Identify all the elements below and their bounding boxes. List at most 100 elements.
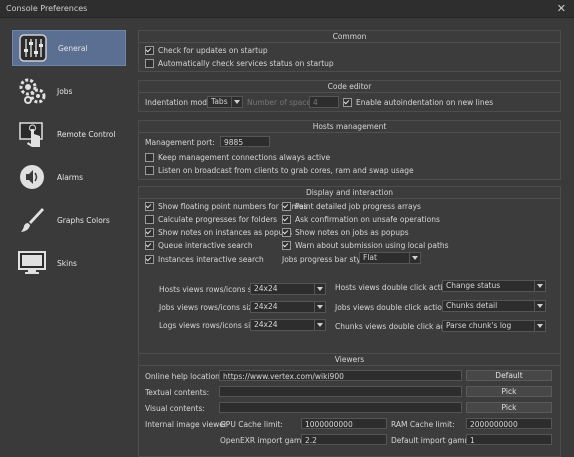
queue-interactive-search-checkbox[interactable]: Queue interactive search — [145, 240, 253, 250]
checkbox-label: Enable autoindentation on new lines — [356, 97, 494, 107]
spaces-input[interactable]: 4 — [309, 96, 339, 108]
keep-connections-checkbox[interactable]: Keep management connections always activ… — [145, 152, 330, 162]
checkbox-box[interactable] — [145, 240, 154, 250]
select-value: Tabs — [211, 97, 228, 106]
indentation-mode-label: Indentation mode: — [145, 98, 215, 107]
checkbox-box[interactable] — [145, 165, 154, 175]
select-value: 24x24 — [254, 302, 278, 311]
checkbox-box[interactable] — [282, 240, 291, 250]
group-title: Hosts management — [312, 122, 387, 131]
checkbox-box[interactable] — [145, 45, 154, 55]
jobs-dbl-click-select[interactable]: Chunks detail — [442, 300, 546, 312]
check-updates-checkbox[interactable]: Check for updates on startup — [145, 45, 268, 55]
pick-textual-button[interactable]: Pick — [466, 386, 552, 397]
chevron-down-icon — [314, 302, 325, 312]
chevron-down-icon — [231, 97, 242, 107]
gpu-cache-label: GPU Cache limit: — [220, 420, 283, 429]
sidebar-item-label: Remote Control — [57, 130, 116, 139]
checkbox-label: Instances interactive search — [158, 254, 264, 264]
group-title: Viewers — [334, 355, 365, 364]
checkbox-box[interactable] — [145, 214, 154, 224]
chevron-down-icon — [314, 320, 325, 330]
chevron-down-icon — [534, 301, 545, 311]
hosts-dbl-click-label: Hosts views double click action: — [335, 283, 455, 292]
checkbox-label: Warn about submission using local paths — [295, 240, 449, 250]
progress-style-label: Jobs progress bar style: — [282, 255, 370, 264]
hosts-rows-select[interactable]: 24x24 — [250, 283, 326, 295]
select-value: Parse chunk's log — [446, 321, 512, 330]
notes-instances-popups-checkbox[interactable]: Show notes on instances as popups — [145, 227, 292, 237]
speaker-icon — [20, 165, 44, 189]
select-value: Flat — [363, 253, 377, 262]
auto-check-services-checkbox[interactable]: Automatically check services status on s… — [145, 58, 334, 68]
chevron-down-icon — [534, 321, 545, 331]
sidebar-item-skins[interactable]: Skins — [12, 246, 124, 280]
monitor-icon — [18, 251, 46, 274]
group-title: Common — [332, 32, 367, 41]
sidebar-item-label: Skins — [57, 259, 77, 268]
sliders-icon — [19, 34, 47, 62]
checkbox-box[interactable] — [145, 201, 154, 211]
chunks-dbl-click-select[interactable]: Parse chunk's log — [442, 320, 546, 332]
checkbox-box[interactable] — [282, 214, 291, 224]
jobs-dbl-click-label: Jobs views double click action: — [335, 303, 450, 312]
sidebar-item-jobs[interactable]: Jobs — [12, 74, 124, 108]
gpu-cache-input[interactable]: 1000000000 — [301, 418, 387, 429]
pick-visual-button[interactable]: Pick — [466, 402, 552, 413]
checkbox-label: Listen on broadcast from clients to grab… — [158, 165, 414, 175]
common-group: Common Check for updates on startup Auto… — [138, 30, 561, 72]
checkbox-label: Show notes on instances as popups — [158, 227, 293, 237]
help-location-input[interactable]: https://www.vertex.com/wiki900 — [219, 370, 462, 381]
ram-cache-input[interactable]: 2000000000 — [466, 418, 552, 429]
indentation-mode-select[interactable]: Tabs — [207, 96, 243, 108]
sidebar-item-general[interactable]: General — [12, 30, 126, 66]
checkbox-box[interactable] — [145, 227, 154, 237]
visual-contents-input[interactable] — [219, 402, 462, 413]
checkbox-box[interactable] — [343, 97, 352, 107]
chevron-down-icon — [534, 281, 545, 291]
checkbox-box[interactable] — [145, 152, 154, 162]
close-icon[interactable]: ✕ — [557, 2, 566, 15]
jobs-rows-select[interactable]: 24x24 — [250, 301, 326, 313]
viewers-group: Viewers Online help location: https://ww… — [138, 353, 561, 457]
progress-style-select[interactable]: Flat — [359, 252, 421, 264]
sidebar-item-graphs-colors[interactable]: Graphs Colors — [12, 203, 124, 237]
notes-jobs-popups-checkbox[interactable]: Show notes on jobs as popups — [282, 227, 409, 237]
checkbox-box[interactable] — [145, 58, 154, 68]
checkbox-label: Calculate progresses for folders — [158, 214, 278, 224]
textual-contents-label: Textual contents: — [145, 388, 210, 397]
listen-broadcast-checkbox[interactable]: Listen on broadcast from clients to grab… — [145, 165, 414, 175]
checkbox-box[interactable] — [145, 254, 154, 264]
sidebar-item-remote-control[interactable]: Remote Control — [12, 117, 124, 151]
sidebar-item-label: Alarms — [57, 173, 83, 182]
window-title: Console Preferences — [6, 4, 88, 13]
group-divider — [139, 198, 560, 199]
checkbox-box[interactable] — [282, 227, 291, 237]
management-port-input[interactable]: 9885 — [220, 136, 270, 147]
logs-rows-select[interactable]: 24x24 — [250, 319, 326, 331]
paint-detailed-arrays-checkbox[interactable]: Paint detailed job progress arrays — [282, 201, 421, 211]
hosts-dbl-click-select[interactable]: Change status — [442, 280, 546, 292]
checkbox-label: Automatically check services status on s… — [158, 58, 334, 68]
default-button[interactable]: Default — [466, 370, 552, 381]
checkbox-label: Queue interactive search — [158, 240, 253, 250]
select-value: 24x24 — [254, 320, 278, 329]
textual-contents-input[interactable] — [219, 386, 462, 397]
instances-interactive-search-checkbox[interactable]: Instances interactive search — [145, 254, 264, 264]
checkbox-label: Paint detailed job progress arrays — [295, 201, 421, 211]
checkbox-label: Ask confirmation on unsafe operations — [295, 214, 440, 224]
default-gamma-input[interactable]: 1 — [466, 434, 552, 445]
code-editor-group: Code editor Indentation mode: Tabs Numbe… — [138, 80, 561, 112]
calculate-progresses-checkbox[interactable]: Calculate progresses for folders — [145, 214, 277, 224]
spaces-label: Number of spaces: — [247, 98, 318, 107]
jobs-rows-label: Jobs views rows/icons size: — [159, 303, 260, 312]
openexr-gamma-input[interactable]: 2.2 — [301, 434, 387, 445]
sidebar: General Jobs Remote Control Alarms Graph… — [8, 26, 126, 455]
sidebar-item-label: Graphs Colors — [57, 216, 110, 225]
paint-brush-icon — [21, 208, 44, 232]
checkbox-box[interactable] — [282, 201, 291, 211]
sidebar-item-alarms[interactable]: Alarms — [12, 160, 124, 194]
warn-local-paths-checkbox[interactable]: Warn about submission using local paths — [282, 240, 449, 250]
ask-confirmation-checkbox[interactable]: Ask confirmation on unsafe operations — [282, 214, 440, 224]
auto-indent-checkbox[interactable]: Enable autoindentation on new lines — [343, 97, 493, 107]
